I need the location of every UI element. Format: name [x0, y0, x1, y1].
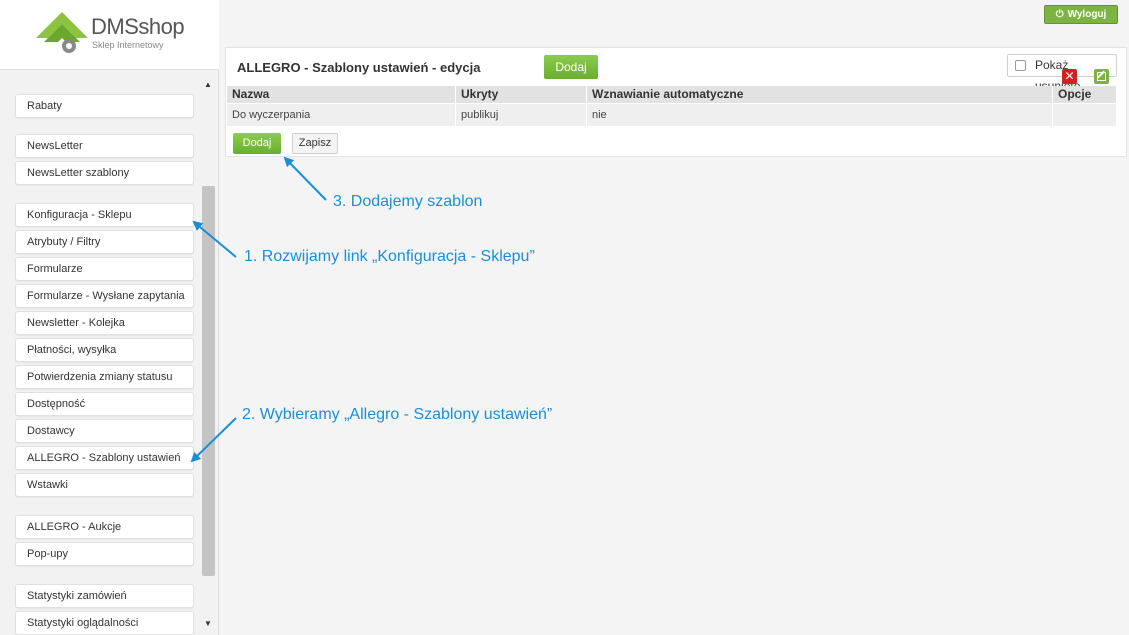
templates-panel: ALLEGRO - Szablony ustawień - edycja Dod…	[225, 47, 1127, 157]
show-deleted-checkbox[interactable]	[1015, 60, 1026, 71]
logout-label: Wyloguj	[1067, 9, 1107, 20]
cell-wznawianie: nie	[587, 104, 1053, 126]
annotation-step3: 3. Dodajemy szablon	[333, 193, 483, 210]
scroll-down-arrow-icon[interactable]: ▼	[201, 619, 215, 631]
scroll-up-arrow-icon[interactable]: ▲	[201, 80, 215, 92]
delete-icon[interactable]: ✕	[1062, 69, 1077, 84]
column-header-nazwa[interactable]: Nazwa	[227, 86, 456, 103]
sidebar: DMSshop Sklep Internetowy Rabaty NewsLet…	[0, 0, 219, 635]
sidebar-item-potwierdzenia-statusu[interactable]: Potwierdzenia zmiany statusu	[15, 365, 194, 389]
logo-title: DMSshop	[91, 14, 185, 39]
sidebar-item-newsletter-szablony[interactable]: NewsLetter szablony	[15, 161, 194, 185]
logo-icon	[36, 12, 88, 53]
sidebar-scrollbar[interactable]: ▲ ▼	[201, 78, 215, 635]
cell-ukryty: publikuj	[456, 104, 587, 126]
logout-button[interactable]: ⏻ Wyloguj	[1044, 5, 1118, 24]
sidebar-item-atrybuty-filtry[interactable]: Atrybuty / Filtry	[15, 230, 194, 254]
sidebar-item-konfiguracja-sklepu[interactable]: Konfiguracja - Sklepu	[15, 203, 194, 227]
edit-icon[interactable]	[1094, 69, 1109, 84]
sidebar-item-statystyki-ogladalnosci[interactable]: Statystyki oglądalności	[15, 611, 194, 635]
sidebar-item-pop-upy[interactable]: Pop-upy	[15, 542, 194, 566]
add-row-button[interactable]: Dodaj	[233, 133, 281, 154]
annotation-step1: 1. Rozwijamy link „Konfiguracja - Sklepu…	[244, 248, 535, 265]
cell-nazwa: Do wyczerpania	[227, 104, 456, 126]
add-button[interactable]: Dodaj	[544, 55, 598, 79]
page-title: ALLEGRO - Szablony ustawień - edycja	[237, 60, 481, 75]
power-icon: ⏻	[1055, 9, 1064, 20]
sidebar-item-formularze[interactable]: Formularze	[15, 257, 194, 281]
sidebar-item-allegro-aukcje[interactable]: ALLEGRO - Aukcje	[15, 515, 194, 539]
sidebar-item-dostawcy[interactable]: Dostawcy	[15, 419, 194, 443]
sidebar-item-statystyki-zamowien[interactable]: Statystyki zamówień	[15, 584, 194, 608]
scrollbar-thumb[interactable]	[202, 186, 215, 576]
column-header-ukryty[interactable]: Ukryty	[456, 86, 587, 103]
sidebar-item-dostepnosc[interactable]: Dostępność	[15, 392, 194, 416]
annotation-step2: 2. Wybieramy „Allegro - Szablony ustawie…	[242, 406, 553, 423]
table-row[interactable]: Do wyczerpania publikuj nie	[227, 104, 1116, 126]
sidebar-item-allegro-szablony[interactable]: ALLEGRO - Szablony ustawień	[15, 446, 194, 470]
column-header-opcje: Opcje	[1058, 87, 1092, 101]
cell-opcje	[1053, 104, 1116, 126]
logo-subtitle: Sklep Internetowy	[92, 40, 164, 50]
sidebar-item-newsletter-kolejka[interactable]: Newsletter - Kolejka	[15, 311, 194, 335]
save-button[interactable]: Zapisz	[292, 133, 338, 154]
table-header: Nazwa Ukryty Wznawianie automatyczne Opc…	[227, 86, 1116, 103]
sidebar-item-wstawki[interactable]: Wstawki	[15, 473, 194, 497]
sidebar-item-platnosci-wysylka[interactable]: Płatności, wysyłka	[15, 338, 194, 362]
sidebar-item-newsletter[interactable]: NewsLetter	[15, 134, 194, 158]
sidebar-item-formularze-wyslane[interactable]: Formularze - Wysłane zapytania	[15, 284, 194, 308]
column-header-wznawianie[interactable]: Wznawianie automatyczne	[587, 86, 1053, 103]
sidebar-item-rabaty[interactable]: Rabaty	[15, 94, 194, 118]
logo[interactable]: DMSshop Sklep Internetowy	[0, 0, 219, 70]
arrow-step3	[283, 156, 327, 201]
